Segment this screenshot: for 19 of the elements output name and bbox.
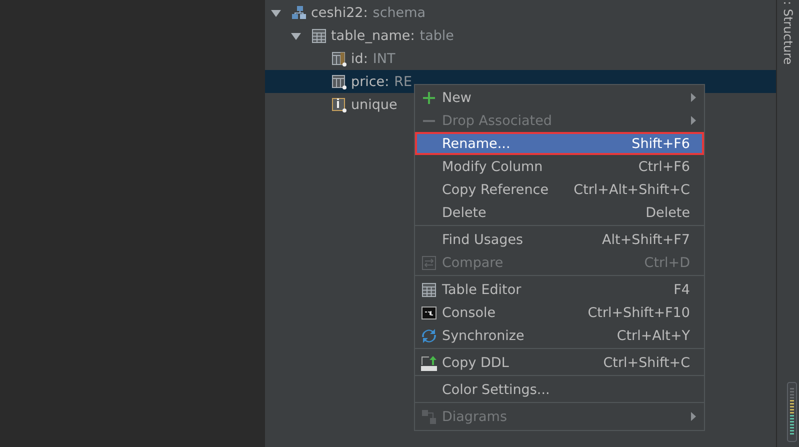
shortcut-label: Ctrl+D [644, 254, 690, 270]
shortcut-label: F4 [674, 282, 690, 298]
shortcut-label: Delete [646, 204, 690, 220]
node-label: unique [351, 96, 398, 112]
node-type: INT [372, 50, 396, 66]
node-label: ceshi22: [311, 4, 368, 20]
shortcut-label: Ctrl+Alt+Y [616, 328, 690, 344]
shortcut-label: Alt+Shift+F7 [602, 232, 690, 248]
node-label: id: [351, 50, 368, 66]
shortcut-label: Ctrl+Shift+C [603, 354, 690, 370]
node-label: table_name: [331, 28, 415, 44]
node-type: schema [372, 4, 426, 20]
node-label: price: [351, 74, 390, 90]
shortcut-label: Shift+F6 [632, 136, 690, 152]
node-type: RE [394, 74, 412, 90]
shortcut-label: Ctrl+Alt+Shift+C [574, 182, 690, 198]
shortcut-label: Ctrl+Shift+F10 [588, 304, 690, 320]
shortcut-label: Ctrl+F6 [638, 158, 690, 174]
node-type: table [420, 28, 454, 44]
